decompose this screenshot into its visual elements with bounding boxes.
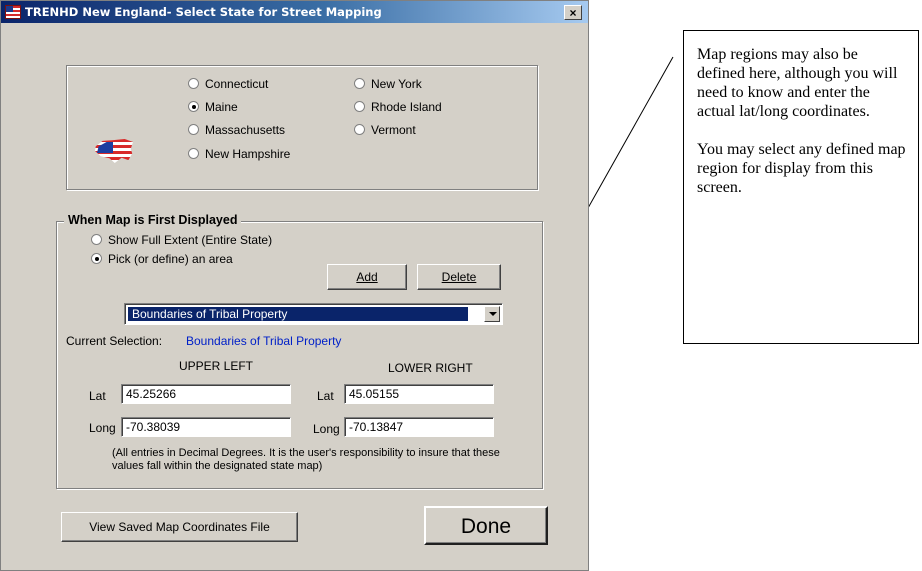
region-dropdown[interactable]: Boundaries of Tribal Property [124, 303, 503, 325]
radio-dot-selected [91, 253, 102, 264]
current-selection-value: Boundaries of Tribal Property [186, 334, 342, 348]
ul-lat-label: Lat [89, 389, 106, 403]
annotation-paragraph-1: Map regions may also be defined here, al… [697, 46, 898, 120]
lr-lat-label: Lat [317, 389, 334, 403]
app-flag-icon [5, 5, 21, 19]
lr-lat-field[interactable]: 45.05155 [344, 384, 494, 404]
done-button[interactable]: Done [424, 506, 548, 545]
upper-left-heading: UPPER LEFT [179, 359, 254, 373]
radio-dot [188, 124, 199, 135]
radio-dot [91, 234, 102, 245]
state-group [66, 65, 538, 190]
radio-new-hampshire[interactable]: New Hampshire [188, 147, 290, 161]
coordinates-note: (All entries in Decimal Degrees. It is t… [112, 447, 500, 472]
radio-dot [354, 78, 365, 89]
lower-right-heading: LOWER RIGHT [388, 361, 473, 375]
radio-dot-selected [188, 101, 199, 112]
lr-long-field[interactable]: -70.13847 [344, 417, 494, 437]
window-title: TRENHD New England- Select State for Str… [25, 5, 382, 19]
us-flag-map-icon [95, 139, 133, 163]
radio-new-york[interactable]: New York [354, 77, 422, 91]
radio-vermont[interactable]: Vermont [354, 123, 416, 137]
view-saved-coordinates-button[interactable]: View Saved Map Coordinates File [61, 512, 298, 542]
annotation-box: Map regions may also be defined here, al… [683, 30, 919, 344]
radio-dot [188, 148, 199, 159]
ul-long-label: Long [89, 421, 116, 435]
delete-button[interactable]: Delete [417, 264, 501, 290]
ul-long-field[interactable]: -70.38039 [121, 417, 291, 437]
radio-maine[interactable]: Maine [188, 100, 238, 114]
current-selection-label: Current Selection: [66, 334, 163, 348]
radio-dot [188, 78, 199, 89]
add-button[interactable]: Add [327, 264, 407, 290]
radio-dot [354, 124, 365, 135]
ul-lat-field[interactable]: 45.25266 [121, 384, 291, 404]
annotation-paragraph-2: You may select any defined map region fo… [697, 141, 906, 196]
region-dropdown-value: Boundaries of Tribal Property [128, 307, 468, 321]
close-button[interactable]: × [564, 5, 582, 20]
title-bar: TRENHD New England- Select State for Str… [1, 1, 588, 23]
radio-show-full-extent[interactable]: Show Full Extent (Entire State) [91, 233, 272, 247]
chevron-down-icon[interactable] [484, 306, 500, 322]
radio-dot [354, 101, 365, 112]
first-display-heading: When Map is First Displayed [64, 213, 242, 227]
radio-connecticut[interactable]: Connecticut [188, 77, 268, 91]
radio-massachusetts[interactable]: Massachusetts [188, 123, 285, 137]
radio-pick-area[interactable]: Pick (or define) an area [91, 252, 233, 266]
select-state-dialog: TRENHD New England- Select State for Str… [0, 0, 589, 571]
radio-rhode-island[interactable]: Rhode Island [354, 100, 442, 114]
lr-long-label: Long [313, 422, 340, 436]
